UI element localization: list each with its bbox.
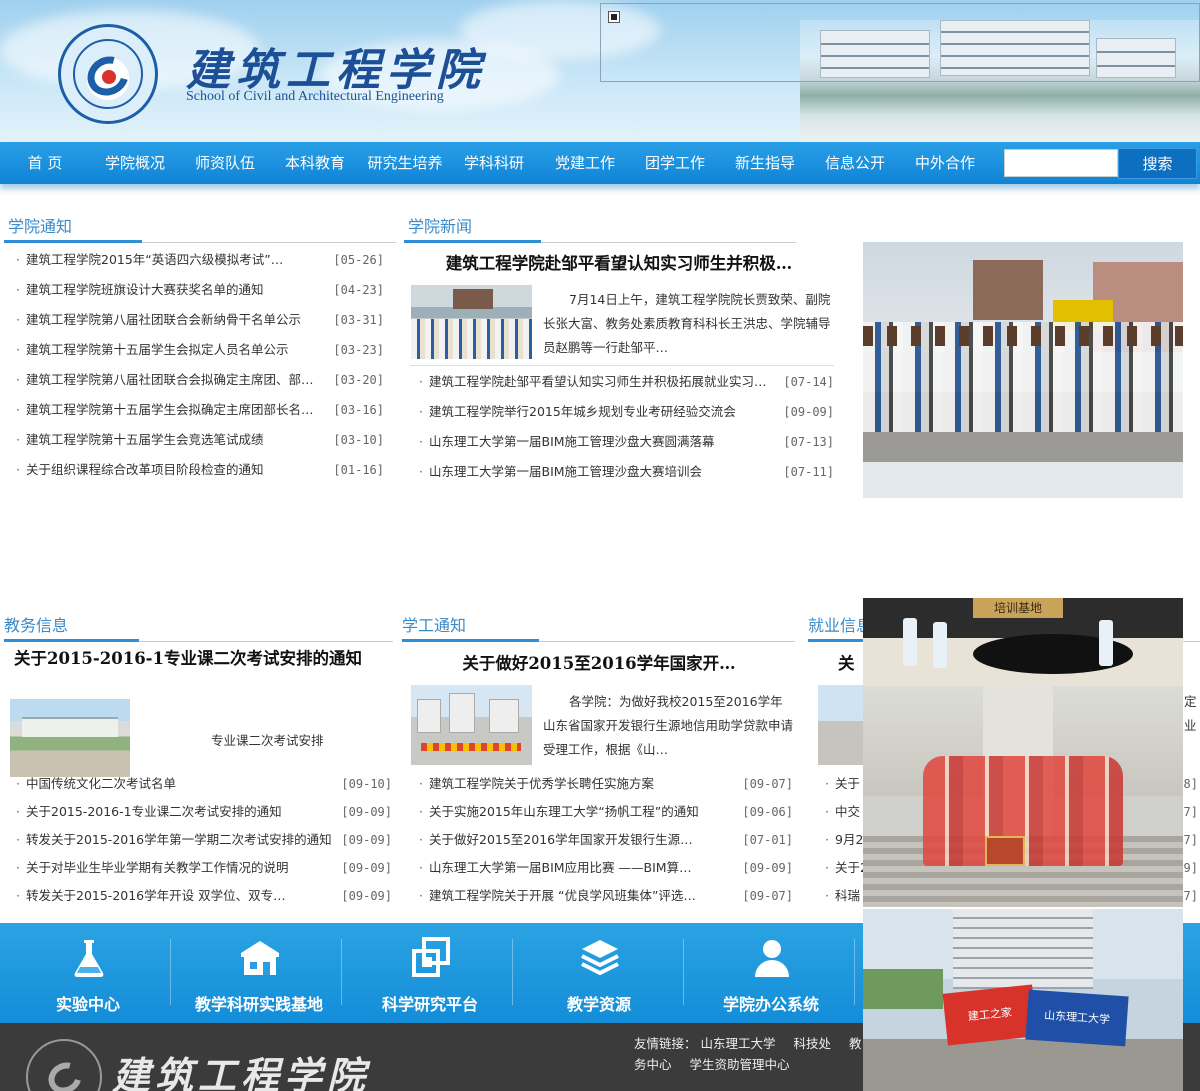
- news-featured-photo[interactable]: [863, 242, 1183, 498]
- list-item[interactable]: · 关于做好2015至2016学年国家开发银行生源… [07-01]: [419, 825, 793, 855]
- page: 建筑工程学院 School of Civil and Architectural…: [0, 0, 1200, 1091]
- quick-link-teaching-resources[interactable]: 教学资源: [514, 923, 684, 1023]
- nav-faculty[interactable]: 师资队伍: [185, 142, 265, 184]
- footer-title: 建筑工程学院: [112, 1053, 371, 1091]
- list-item[interactable]: · 建筑工程学院关于优秀学长聘任实施方案 [09-07]: [419, 769, 793, 799]
- student-affairs-rule: [402, 639, 795, 642]
- banner-slideshow-frame: [600, 3, 1200, 82]
- footer-link[interactable]: 科技处: [794, 1036, 832, 1051]
- university-seal-logo[interactable]: [58, 24, 158, 124]
- footer-link[interactable]: 务中心: [634, 1057, 672, 1072]
- stacked-squares-icon: [412, 937, 450, 977]
- list-item[interactable]: · 山东理工大学第一届BIM施工管理沙盘大赛圆满落幕 [07-13]: [419, 427, 834, 457]
- list-item[interactable]: · 建筑工程学院第八届社团联合会新纳骨干名单公示 [03-31]: [16, 305, 384, 335]
- list-item[interactable]: · 转发关于2015-2016学年第一学期二次考试安排的通知 [09-09]: [16, 825, 392, 855]
- academic-lead-summary: 专业课二次考试安排: [211, 733, 324, 748]
- list-item[interactable]: · 关于组织课程综合改革项目阶段检查的通知 [01-16]: [16, 455, 384, 485]
- list-item[interactable]: · 建筑工程学院第十五届学生会拟确定主席团部长名… [03-16]: [16, 395, 384, 425]
- layers-icon: [581, 940, 619, 976]
- nav-undergraduate[interactable]: 本科教育: [275, 142, 355, 184]
- student-affairs-lead-title[interactable]: 关于做好2015至2016学年国家开…: [420, 652, 778, 676]
- quick-link-separator: [170, 939, 171, 1005]
- friendly-links: 友情链接： 山东理工大学 科技处 教 务中心 学生资助管理中心: [634, 1033, 864, 1075]
- list-item[interactable]: · 中国传统文化二次考试名单 [09-10]: [16, 769, 392, 799]
- news-rule: [404, 240, 796, 243]
- quick-link-lab-center[interactable]: 实验中心: [3, 923, 173, 1023]
- nav-info-disclosure[interactable]: 信息公开: [815, 142, 895, 184]
- footer-link[interactable]: 学生资助管理中心: [690, 1057, 790, 1072]
- quick-link-research-platform[interactable]: 科学研究平台: [345, 923, 515, 1023]
- notices-title[interactable]: 学院通知: [8, 213, 72, 237]
- list-item[interactable]: · 山东理工大学第一届BIM施工管理沙盘大赛培训会 [07-11]: [419, 457, 834, 487]
- team-celebration-photo[interactable]: [863, 686, 1183, 907]
- list-item[interactable]: · 山东理工大学第一届BIM应用比赛 ——BIM算… [09-09]: [419, 853, 793, 883]
- list-item[interactable]: · 建筑工程学院赴邹平看望认知实习师生并积极拓展就业实习… [07-14]: [419, 367, 834, 397]
- nav-about[interactable]: 学院概况: [95, 142, 175, 184]
- quick-link-separator: [512, 939, 513, 1005]
- nav-student-league[interactable]: 团学工作: [635, 142, 715, 184]
- site-subtitle: School of Civil and Architectural Engine…: [186, 89, 444, 104]
- student-affairs-lead-thumbnail[interactable]: [411, 685, 532, 765]
- student-group-photo[interactable]: 建工之家 山东理工大学: [863, 909, 1183, 1091]
- news-title[interactable]: 学院新闻: [408, 213, 472, 237]
- nav-research[interactable]: 学科科研: [454, 142, 534, 184]
- nav-freshman[interactable]: 新生指导: [725, 142, 805, 184]
- employment-lead-summary: 定 业: [1184, 694, 1197, 733]
- list-item[interactable]: · 建筑工程学院第十五届学生会竞选笔试成绩 [03-10]: [16, 425, 384, 455]
- list-item[interactable]: · 建筑工程学院举行2015年城乡规划专业考研经验交流会 [09-09]: [419, 397, 834, 427]
- search-button[interactable]: 搜索: [1118, 148, 1197, 179]
- quick-link-separator: [854, 939, 855, 1005]
- list-item[interactable]: · 建筑工程学院第十五届学生会拟定人员名单公示 [03-23]: [16, 335, 384, 365]
- news-divider: [410, 365, 834, 366]
- nav-graduate[interactable]: 研究生培养: [362, 142, 448, 184]
- user-icon: [755, 940, 789, 977]
- academic-title[interactable]: 教务信息: [4, 612, 68, 636]
- banner-toggle-checkbox[interactable]: [608, 11, 620, 23]
- header-banner: 建筑工程学院 School of Civil and Architectural…: [0, 0, 1200, 142]
- training-base-sign: 培训基地: [973, 598, 1063, 618]
- list-item[interactable]: · 转发关于2015-2016学年开设 双学位、双专… [09-09]: [16, 881, 392, 911]
- list-item[interactable]: · 建筑工程学院关于开展 “优良学风班集体”评选… [09-07]: [419, 881, 793, 911]
- list-item[interactable]: · 关于2015-2016-1专业课二次考试安排的通知 [09-09]: [16, 797, 392, 827]
- news-lead-title[interactable]: 建筑工程学院赴邹平看望认知实习师生并积极…: [410, 252, 828, 276]
- news-lead-summary: 7月14日上午，建筑工程学院院长贾致荣、副院长张大富、教务处素质教育科科长王洪忠…: [543, 292, 831, 355]
- quick-link-separator: [341, 939, 342, 1005]
- list-item[interactable]: · 建筑工程学院班旗设计大赛获奖名单的通知 [04-23]: [16, 275, 384, 305]
- quick-link-separator: [683, 939, 684, 1005]
- footer-seal-logo: [26, 1039, 102, 1091]
- employment-lead-thumbnail[interactable]: [818, 685, 864, 765]
- footer-link[interactable]: 山东理工大学: [701, 1036, 776, 1051]
- student-affairs-title[interactable]: 学工通知: [402, 612, 466, 636]
- news-lead-thumbnail[interactable]: [411, 285, 532, 359]
- nav-home[interactable]: 首 页: [10, 142, 80, 184]
- academic-lead-thumbnail[interactable]: [10, 699, 130, 777]
- quick-link-practice-base[interactable]: 教学科研实践基地: [174, 923, 344, 1023]
- notices-rule: [4, 240, 396, 243]
- academic-rule: [4, 639, 393, 642]
- list-item[interactable]: · 关于对毕业生毕业学期有关教学工作情况的说明 [09-09]: [16, 853, 392, 883]
- training-base-photo[interactable]: 培训基地: [863, 598, 1183, 686]
- academic-lead-title[interactable]: 关于2015-2016-1专业课二次考试安排的通知: [6, 647, 370, 671]
- student-affairs-lead-summary: 各学院：为做好我校2015至2016学年山东省国家开发银行生源地信用助学贷款申请…: [543, 694, 794, 757]
- search-input[interactable]: [1004, 149, 1118, 177]
- quick-link-office-system[interactable]: 学院办公系统: [686, 923, 856, 1023]
- banner-flag-right: 山东理工大学: [1025, 989, 1129, 1047]
- list-item[interactable]: · 关于实施2015年山东理工大学“扬帆工程”的通知 [09-06]: [419, 797, 793, 827]
- flask-icon: [74, 940, 104, 977]
- nav-international[interactable]: 中外合作: [905, 142, 985, 184]
- footer-link[interactable]: 教: [849, 1036, 862, 1051]
- friendly-links-label: 友情链接：: [634, 1036, 697, 1051]
- list-item[interactable]: · 建筑工程学院第八届社团联合会拟确定主席团、部… [03-20]: [16, 365, 384, 395]
- employment-lead-title[interactable]: 关: [838, 652, 862, 676]
- banner-flag-left: 建工之家: [942, 984, 1038, 1046]
- list-item[interactable]: · 建筑工程学院2015年“英语四六级模拟考试”… [05-26]: [16, 245, 384, 275]
- house-icon: [241, 941, 279, 975]
- nav-party[interactable]: 党建工作: [545, 142, 625, 184]
